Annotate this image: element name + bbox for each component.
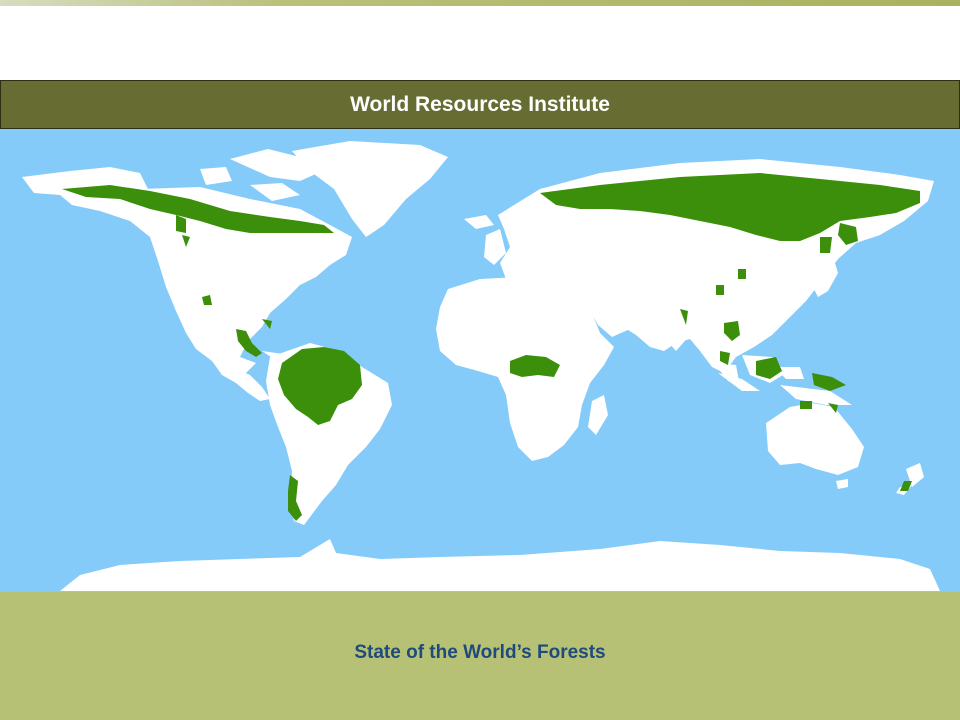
world-forest-map	[0, 129, 960, 592]
page-title: World Resources Institute	[350, 92, 610, 116]
footer-caption: State of the World’s Forests	[354, 642, 606, 663]
land-australia	[766, 403, 864, 475]
forest-new-guinea	[812, 373, 846, 391]
land-new-zealand	[896, 463, 924, 495]
land-tasmania	[836, 479, 848, 489]
footer-band: State of the World’s Forests	[0, 592, 960, 720]
decorative-top-strip	[0, 0, 960, 6]
land-madagascar	[588, 395, 608, 435]
land-iceland	[464, 215, 494, 229]
title-bar: World Resources Institute	[0, 80, 960, 129]
land-antarctica	[60, 539, 940, 591]
